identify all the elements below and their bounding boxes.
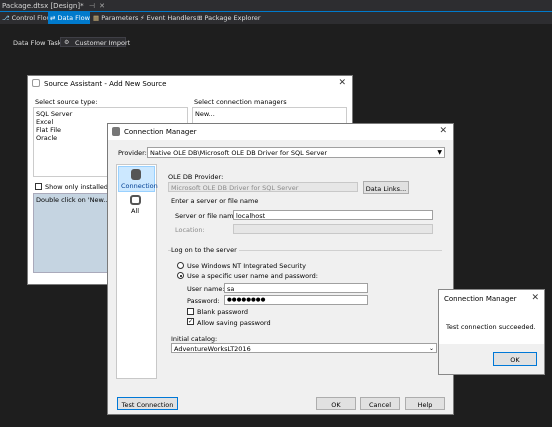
password-input[interactable]: ●●●●●●●● — [224, 295, 368, 305]
logon-group-label: Log on to the server — [171, 246, 239, 254]
close-icon[interactable]: ✕ — [439, 126, 447, 136]
chevron-down-icon[interactable]: ▼ — [437, 149, 442, 156]
nav-all-label: All — [131, 207, 140, 215]
allow-saving-label: Allow saving password — [197, 319, 271, 327]
catalog-select[interactable]: AdventureWorksLT2016 ⌄ — [171, 343, 437, 353]
package-explorer-icon: ⊞ — [197, 14, 203, 22]
task-icon: ⚙ — [64, 39, 70, 46]
specific-user-radio[interactable] — [177, 272, 184, 279]
list-item[interactable]: Oracle — [36, 134, 57, 142]
test-connection-button[interactable]: Test Connection — [117, 397, 178, 410]
message-box-titlebar: Connection Manager ✕ — [439, 290, 544, 308]
help-button[interactable]: Help — [405, 397, 445, 410]
database-icon — [112, 127, 120, 136]
source-assistant-title: Source Assistant - Add New Source — [44, 80, 167, 88]
message-box: Connection Manager ✕ Test connection suc… — [438, 289, 545, 375]
server-label: Server or file name: — [175, 212, 240, 220]
list-item[interactable]: Flat File — [36, 126, 61, 134]
wrench-icon — [130, 195, 141, 205]
message-box-title: Connection Manager — [444, 295, 517, 303]
message-ok-button[interactable]: OK — [493, 352, 537, 366]
parameters-icon: ▦ — [93, 14, 100, 22]
connection-manager-dialog: Connection Manager ✕ Provider: Native OL… — [107, 123, 454, 415]
location-input — [233, 224, 433, 234]
user-name-label: User name: — [187, 285, 225, 293]
source-type-label: Select source type: — [35, 98, 98, 106]
conn-managers-label: Select connection managers — [194, 98, 287, 106]
list-item[interactable]: Excel — [36, 118, 53, 126]
control-flow-icon: ⎇ — [2, 14, 10, 22]
specific-user-label: Use a specific user name and password: — [187, 272, 318, 280]
data-flow-task-bar: Data Flow Task: ⚙ Customer Import — [0, 24, 552, 62]
tab-data-flow[interactable]: ⇄ Data Flow — [48, 12, 90, 24]
allow-saving-checkbox[interactable]: ✓ — [187, 318, 194, 325]
nav-connection-label: Connection — [121, 182, 158, 190]
data-links-button[interactable]: Data Links... — [363, 181, 409, 194]
close-icon[interactable]: ✕ — [338, 78, 346, 88]
document-tab-label: Package.dtsx [Design]* — [2, 2, 84, 10]
tab-parameters[interactable]: ▦ Parameters — [93, 12, 138, 24]
server-group-label: Enter a server or file name — [171, 197, 259, 205]
close-icon[interactable]: ✕ — [99, 2, 105, 10]
blank-password-label: Blank password — [197, 308, 249, 316]
oledb-provider-label: OLE DB Provider: — [168, 173, 224, 181]
provider-label: Provider: — [118, 149, 147, 157]
task-label: Data Flow Task: — [13, 39, 64, 47]
password-label: Password: — [187, 297, 220, 305]
catalog-label: Initial catalog: — [171, 335, 218, 343]
nav-panel: Connection All — [116, 164, 158, 379]
tab-control-flow[interactable]: ⎇ Control Flow — [2, 12, 52, 24]
pin-icon[interactable]: ⊣ — [89, 2, 95, 10]
windows-auth-radio[interactable] — [177, 262, 184, 269]
event-handlers-icon: ⚡ — [140, 14, 145, 22]
oledb-provider-field: Microsoft OLE DB Driver for SQL Server — [168, 182, 358, 192]
close-icon[interactable]: ✕ — [531, 293, 539, 303]
tab-package-explorer[interactable]: ⊞ Package Explorer — [197, 12, 261, 24]
list-item[interactable]: New... — [195, 110, 215, 118]
message-text: Test connection succeeded. — [446, 323, 536, 331]
tab-event-handlers[interactable]: ⚡ Event Handlers — [140, 12, 196, 24]
cancel-button[interactable]: Cancel — [360, 397, 400, 410]
chevron-down-icon[interactable]: ⌄ — [429, 345, 434, 352]
source-assistant-titlebar: Source Assistant - Add New Source ✕ — [28, 76, 352, 92]
message-area: Test connection succeeded. — [439, 308, 544, 344]
server-input[interactable]: localhost — [233, 210, 433, 220]
show-only-installed-checkbox[interactable] — [35, 183, 42, 190]
ok-button[interactable]: OK — [316, 397, 356, 410]
nav-item-connection[interactable]: Connection — [118, 166, 158, 192]
user-name-input[interactable]: sa — [224, 283, 368, 293]
task-value: Customer Import — [75, 39, 131, 47]
provider-select[interactable]: Native OLE DB\Microsoft OLE DB Driver fo… — [147, 147, 445, 158]
blank-password-checkbox[interactable] — [187, 308, 194, 315]
nav-item-all[interactable]: All — [118, 194, 155, 218]
hint-panel: Double click on 'New...' or c — [33, 193, 126, 273]
connection-manager-titlebar: Connection Manager ✕ — [108, 124, 453, 140]
designer-tab-bar: ⎇ Control Flow ⇄ Data Flow ▦ Parameters … — [0, 12, 552, 24]
list-item[interactable]: SQL Server — [36, 110, 72, 118]
location-label: Location: — [175, 226, 205, 234]
database-icon — [131, 169, 141, 180]
data-flow-icon: ⇄ — [50, 14, 56, 22]
task-selector[interactable]: ⚙ Customer Import — [60, 37, 130, 47]
connection-manager-title: Connection Manager — [124, 128, 197, 136]
windows-auth-label: Use Windows NT Integrated Security — [187, 262, 306, 270]
source-assistant-icon — [32, 79, 40, 87]
